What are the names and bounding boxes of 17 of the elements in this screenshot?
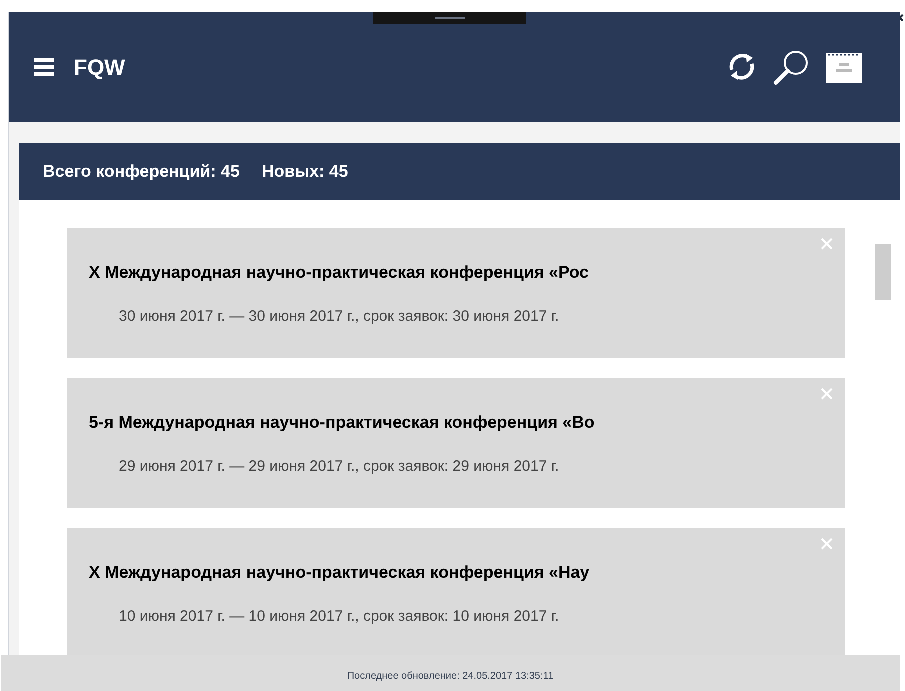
conference-dates: 30 июня 2017 г. — 30 июня 2017 г., срок заявок: 30 июня 2017 г. <box>118 306 560 326</box>
menu-icon[interactable] <box>34 58 54 76</box>
conference-dates: 29 июня 2017 г. — 29 июня 2017 г., срок заявок: 29 июня 2017 г. <box>118 456 560 476</box>
status-text: Последнее обновление: 24.05.2017 13:35:11 <box>347 670 554 684</box>
search-icon[interactable] <box>773 48 811 86</box>
app-title: FQW <box>74 54 126 82</box>
conference-card[interactable]: 5-я Международная научно-практическая конференция «Во 29 июня 2017 г. — 29 июня 2017 г., срок заявок: 29 июня 2017 г. <box>67 378 845 508</box>
scrollbar-thumb[interactable] <box>875 244 891 300</box>
conference-card[interactable]: X Международная научно-практическая конференция «Нау 10 июня 2017 г. — 10 июня 2017 г., срок заявок: 10 июня 2017 г. <box>67 528 845 655</box>
conference-title: X Международная научно-практическая конференция «Рос <box>89 262 590 284</box>
conference-title: X Международная научно-практическая конференция «Нау <box>89 562 591 584</box>
conference-card[interactable]: X Международная научно-практическая конференция «Рос 30 июня 2017 г. — 30 июня 2017 г., срок заявок: 30 июня 2017 г. <box>67 228 845 358</box>
conference-title: 5-я Международная научно-практическая конференция «Во <box>89 412 596 434</box>
conference-dates: 10 июня 2017 г. — 10 июня 2017 г., срок заявок: 10 июня 2017 г. <box>118 606 560 626</box>
calendar-icon[interactable] <box>825 51 863 83</box>
total-count: Всего конференций: 45 <box>43 160 240 183</box>
new-count: Новых: 45 <box>262 160 348 183</box>
